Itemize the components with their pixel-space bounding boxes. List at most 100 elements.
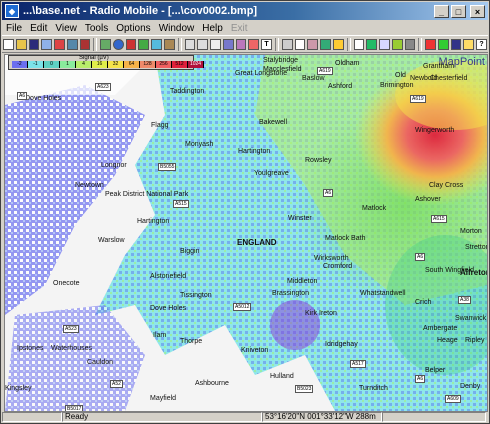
radar-icon[interactable]: [366, 38, 377, 50]
menu-view[interactable]: View: [51, 23, 81, 34]
road-label: A609: [445, 395, 461, 403]
world-icon[interactable]: [320, 38, 331, 50]
help-icon[interactable]: ?: [476, 38, 487, 50]
menu-tools[interactable]: Tools: [81, 23, 112, 34]
elevation-icon[interactable]: [163, 38, 175, 50]
town-label: Ripley: [465, 337, 485, 344]
town-label: Newbold: [410, 75, 438, 82]
grid-icon[interactable]: [210, 38, 221, 50]
globe-icon[interactable]: [112, 38, 124, 50]
town-label: Onecote: [53, 280, 80, 287]
coverage-icon[interactable]: [138, 38, 150, 50]
town-label: Kingsley: [5, 385, 32, 392]
signal-legend: Signal (µV) -2 -1 0 1 4 16 32 64 128 256…: [8, 55, 204, 70]
town-label: Hartington: [238, 148, 271, 155]
legend-step: 64: [124, 61, 140, 68]
town-label: Hulland: [270, 373, 294, 380]
town-label: Ambergate: [423, 325, 458, 332]
town-label: Baslow: [302, 75, 325, 82]
antenna-icon[interactable]: [79, 38, 91, 50]
menu-file[interactable]: File: [2, 23, 26, 34]
layers-icon[interactable]: [222, 38, 234, 50]
toolbar-separator: [418, 37, 423, 51]
town-label: Stretton: [465, 244, 488, 251]
town-label: Heage: [437, 337, 458, 344]
copy-icon[interactable]: [294, 38, 306, 50]
picture-icon[interactable]: [248, 38, 260, 50]
new-icon[interactable]: [3, 38, 14, 50]
road-label: A38: [458, 296, 471, 304]
legend-step: -1: [28, 61, 44, 68]
title-bar[interactable]: ◆ ...\base.net - Radio Mobile - [...\cov…: [2, 2, 488, 20]
town-label: Oldham: [335, 60, 360, 67]
menu-window[interactable]: Window: [155, 23, 199, 34]
menu-help[interactable]: Help: [198, 23, 227, 34]
route-icon[interactable]: [437, 38, 449, 50]
map-icon[interactable]: [100, 38, 111, 50]
town-label: Dove Holes: [150, 305, 187, 312]
road-label: A517: [350, 360, 366, 368]
coverage-map[interactable]: Signal (µV) -2 -1 0 1 4 16 32 64 128 256…: [4, 54, 488, 412]
zoom-out-icon[interactable]: [197, 38, 209, 50]
zoom-in-icon[interactable]: [184, 38, 196, 50]
app-icon[interactable]: ◆: [5, 4, 19, 18]
status-indicator: [2, 412, 62, 422]
town-label: Wirksworth: [314, 255, 349, 262]
status-bar: Ready 53°16'20"N 001°33'12"W 288m: [2, 411, 488, 423]
chart-icon[interactable]: [379, 38, 390, 50]
print-icon[interactable]: [281, 38, 293, 50]
compass-icon[interactable]: [332, 38, 344, 50]
town-label: Wingerworth: [415, 127, 455, 134]
menu-exit[interactable]: Exit: [227, 23, 252, 34]
minimize-button[interactable]: _: [434, 4, 449, 18]
envelope-icon[interactable]: [463, 38, 475, 50]
close-button[interactable]: ×: [470, 4, 485, 18]
network-icon[interactable]: [41, 38, 52, 50]
road-label: B5055: [158, 163, 177, 171]
unit-icon[interactable]: [54, 38, 65, 50]
road-label: A6: [17, 92, 28, 100]
toolbar-separator: [346, 37, 351, 51]
road-label: A615: [431, 215, 447, 223]
location-icon[interactable]: [425, 38, 436, 50]
town-label: ENGLAND: [237, 238, 277, 247]
menu-edit[interactable]: Edit: [26, 23, 51, 34]
town-label: Clay Cross: [429, 182, 464, 189]
road-label: A6: [415, 253, 426, 261]
settings-icon[interactable]: [404, 38, 416, 50]
legend-step: 1: [60, 61, 76, 68]
road-label: A619: [410, 95, 426, 103]
town-label: Hartington: [137, 218, 170, 225]
menu-options[interactable]: Options: [112, 23, 154, 34]
save-icon[interactable]: [28, 38, 40, 50]
town-label: Biggin: [180, 248, 200, 255]
town-label: Kirk Ireton: [305, 310, 337, 317]
town-label: Old: [395, 72, 406, 79]
polar-icon[interactable]: [151, 38, 162, 50]
town-label: Cromford: [323, 263, 353, 270]
maximize-button[interactable]: □: [451, 4, 466, 18]
road-label: B5023: [295, 385, 314, 393]
paste-icon[interactable]: [307, 38, 319, 50]
cursor-icon[interactable]: [353, 38, 365, 50]
signal-icon[interactable]: [391, 38, 403, 50]
road-label: A515: [173, 200, 189, 208]
town-label: Bakewell: [259, 119, 288, 126]
toolbar-separator: [274, 37, 279, 51]
legend-step: 32: [108, 61, 124, 68]
town-label: Belper: [425, 367, 446, 374]
radio-link-icon[interactable]: [125, 38, 137, 50]
legend-step: 1024: [188, 61, 204, 68]
town-label: Peak District National Park: [105, 191, 189, 198]
town-label: Winster: [288, 215, 312, 222]
satellite-icon[interactable]: [450, 38, 462, 50]
open-icon[interactable]: [15, 38, 27, 50]
road-label: A623: [95, 83, 111, 91]
properties-icon[interactable]: [66, 38, 78, 50]
merge-icon[interactable]: [235, 38, 247, 50]
town-label: Morton: [460, 228, 482, 235]
town-label: Tissington: [180, 292, 212, 299]
text-icon[interactable]: T: [261, 38, 272, 50]
town-label: Ipstones: [17, 345, 44, 352]
town-label: Grantham: [423, 63, 455, 70]
